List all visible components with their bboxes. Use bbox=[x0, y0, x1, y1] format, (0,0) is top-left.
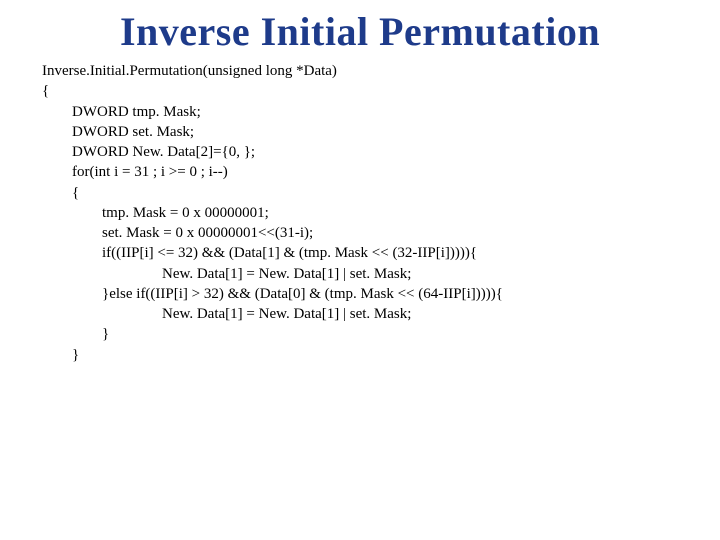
code-line: } bbox=[42, 347, 79, 363]
code-line: }else if((IIP[i] > 32) && (Data[0] & (tm… bbox=[42, 286, 503, 302]
code-line: { bbox=[42, 185, 79, 201]
code-line: set. Mask = 0 x 00000001<<(31-i); bbox=[42, 225, 313, 241]
code-line: for(int i = 31 ; i >= 0 ; i--) bbox=[42, 164, 228, 180]
code-line: { bbox=[42, 83, 49, 99]
code-line: DWORD tmp. Mask; bbox=[42, 104, 201, 120]
code-line: Inverse.Initial.Permutation(unsigned lon… bbox=[42, 63, 337, 79]
code-line: DWORD New. Data[2]={0, }; bbox=[42, 144, 255, 160]
code-line: New. Data[1] = New. Data[1] | set. Mask; bbox=[42, 306, 411, 322]
code-line: if((IIP[i] <= 32) && (Data[1] & (tmp. Ma… bbox=[42, 245, 477, 261]
code-block: Inverse.Initial.Permutation(unsigned lon… bbox=[0, 61, 720, 365]
code-line: tmp. Mask = 0 x 00000001; bbox=[42, 205, 269, 221]
code-line: DWORD set. Mask; bbox=[42, 124, 194, 140]
code-line: New. Data[1] = New. Data[1] | set. Mask; bbox=[42, 266, 411, 282]
slide-title: Inverse Initial Permutation bbox=[0, 0, 720, 61]
slide: Inverse Initial Permutation Inverse.Init… bbox=[0, 0, 720, 540]
code-line: } bbox=[42, 326, 109, 342]
